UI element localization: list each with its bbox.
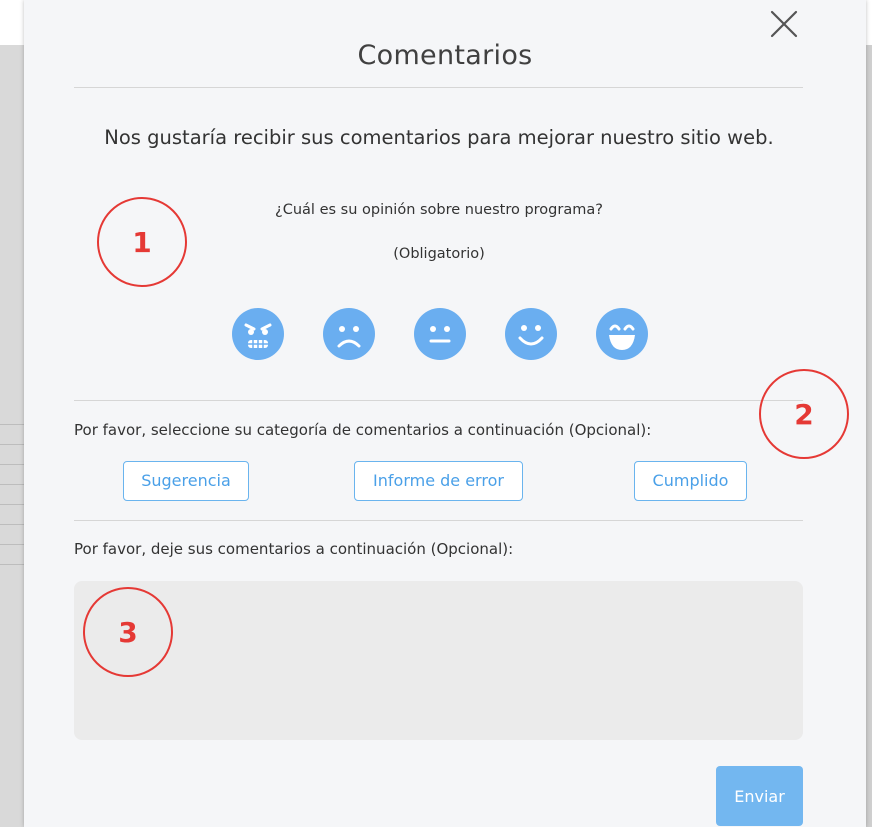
send-button[interactable]: Enviar [716,766,803,826]
category-suggestion-button[interactable]: Sugerencia [123,461,249,501]
smile-face-icon [505,308,557,360]
divider [74,520,803,521]
sad-face-icon [323,308,375,360]
divider [74,87,803,88]
angry-face-icon [232,308,284,360]
comments-textarea[interactable] [74,581,803,740]
grin-face-icon [596,308,648,360]
background-page-left [0,45,24,827]
rating-neutral-button[interactable] [414,308,466,360]
annotation-marker-2: 2 [759,369,849,459]
rating-sad-button[interactable] [323,308,375,360]
comments-label: Por favor, deje sus comentarios a contin… [74,540,514,558]
rating-angry-button[interactable] [232,308,284,360]
modal-title: Comentarios [357,40,533,71]
close-button[interactable] [766,6,802,42]
feedback-modal: Comentarios Nos gustaría recibir sus com… [24,0,866,827]
close-icon [770,10,798,38]
background-page-right [866,45,872,827]
intro-text: Nos gustaría recibir sus comentarios par… [104,126,774,149]
divider [74,400,803,401]
annotation-marker-1: 1 [97,197,187,287]
rating-grin-button[interactable] [596,308,648,360]
category-label: Por favor, seleccione su categoría de co… [74,421,652,439]
category-bug-report-button[interactable]: Informe de error [354,461,523,501]
category-compliment-button[interactable]: Cumplido [634,461,747,501]
rating-smile-button[interactable] [505,308,557,360]
rating-faces [232,308,652,360]
neutral-face-icon [414,308,466,360]
annotation-marker-3: 3 [83,587,173,677]
